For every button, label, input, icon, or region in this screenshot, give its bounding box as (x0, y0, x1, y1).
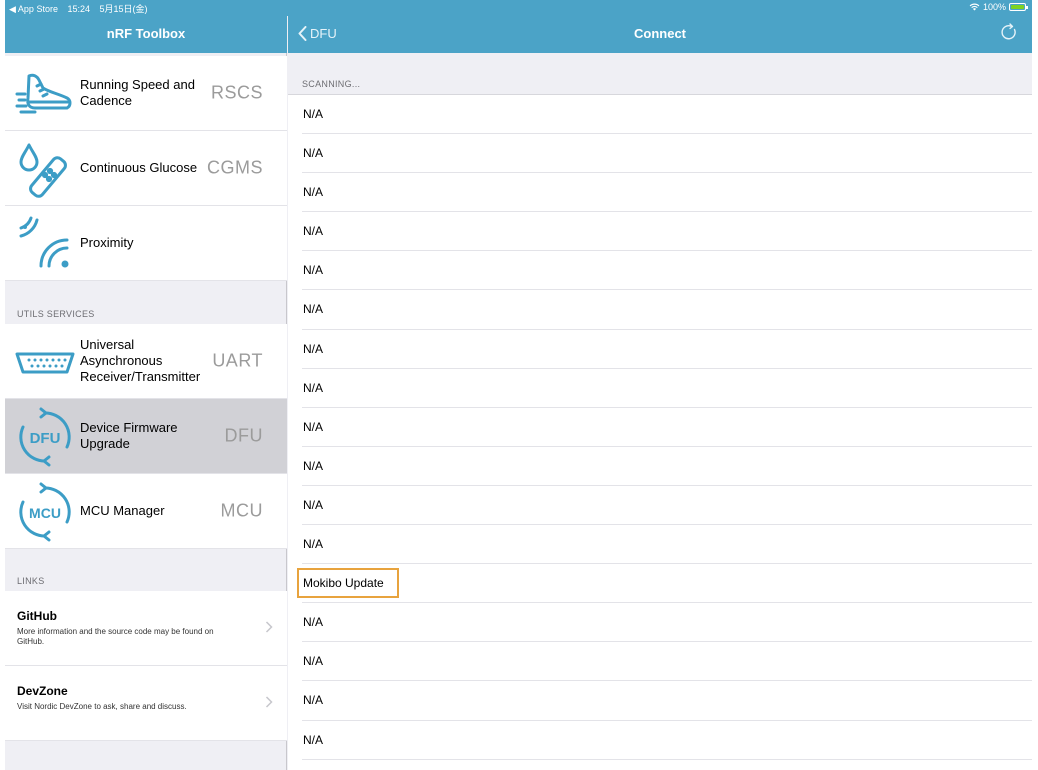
scanning-label: SCANNING... (302, 79, 361, 89)
utils-section-header: UTILS SERVICES (17, 309, 95, 319)
device-name: N/A (303, 497, 324, 512)
status-date: 5月15日(金) (99, 4, 148, 14)
dfu-icon: DFU (19, 407, 71, 467)
device-name: N/A (303, 458, 324, 473)
profile-abbr: CGMS (207, 157, 263, 178)
master-pane: nRF Toolbox Running Speed and Cadence RS… (5, 0, 287, 770)
device-name: N/A (303, 693, 324, 708)
device-row[interactable]: N/A (288, 603, 1032, 643)
utils-row-mcu[interactable]: MCU MCU Manager MCU (5, 474, 287, 549)
device-row[interactable]: N/A (288, 642, 1032, 682)
running-shoe-icon (15, 73, 72, 114)
status-time: 15:24 (67, 4, 90, 14)
glucose-patch-icon (19, 143, 67, 198)
status-bar: ◀ App Store 15:24 5月15日(金) 100% (5, 0, 1032, 16)
device-row[interactable]: N/A (288, 290, 1032, 330)
device-row[interactable]: N/A (288, 721, 1032, 760)
battery-percent: 100% (982, 2, 1006, 12)
utils-abbr: UART (212, 350, 263, 371)
device-name: N/A (303, 537, 324, 552)
utils-row-uart[interactable]: Universal Asynchronous Receiver/Transmit… (5, 324, 287, 399)
profile-row-proximity[interactable]: Proximity (5, 206, 287, 281)
device-row[interactable]: N/A (288, 681, 1032, 721)
profiles-section: Running Speed and Cadence RSCS Continuou… (5, 56, 287, 281)
device-row[interactable]: N/A (288, 408, 1032, 447)
profile-label: Proximity (80, 235, 134, 250)
refresh-icon[interactable] (1000, 23, 1018, 41)
device-row[interactable]: N/A (288, 134, 1032, 174)
link-row-github[interactable]: GitHub More information and the source c… (5, 591, 287, 666)
device-name: N/A (303, 107, 324, 121)
device-name: N/A (303, 732, 324, 747)
device-name: N/A (303, 185, 324, 200)
link-description: Visit Nordic DevZone to ask, share and d… (17, 702, 187, 711)
master-title: nRF Toolbox (106, 26, 186, 41)
links-section-header: LINKS (17, 576, 45, 586)
device-row[interactable]: N/A (288, 525, 1032, 565)
device-name: N/A (303, 263, 324, 278)
back-to-app-store[interactable]: ◀ App Store (9, 4, 58, 14)
device-row[interactable]: Mokibo Update (288, 564, 1032, 604)
scanning-header: SCANNING... (288, 53, 1032, 95)
device-name: N/A (303, 341, 324, 356)
link-title: DevZone (17, 684, 68, 698)
device-name: N/A (303, 380, 324, 395)
link-title: GitHub (17, 609, 57, 623)
device-list: N/A N/A N/A N/A N/A N/A N/A N/A N/A N/A N/A N/A Moki… (288, 95, 1032, 760)
dfu-icon-text: DFU (30, 430, 61, 447)
chevron-right-icon (265, 696, 273, 708)
utils-label: Universal Asynchronous Receiver/Transmit… (80, 337, 201, 384)
app-frame: ◀ App Store 15:24 5月15日(金) 100% nRF Tool… (5, 0, 1032, 770)
detail-nav-bar: DFU Connect (288, 16, 1032, 53)
utils-section: Universal Asynchronous Receiver/Transmit… (5, 324, 287, 549)
serial-port-icon (15, 352, 75, 374)
link-row-devzone[interactable]: DevZone Visit Nordic DevZone to ask, sha… (5, 666, 287, 741)
profile-label: Continuous Glucose (80, 160, 198, 175)
profile-label: Running Speed and Cadence (80, 77, 195, 108)
battery-icon (1009, 3, 1028, 11)
mcu-icon-text: MCU (29, 505, 61, 521)
profile-row-rscs[interactable]: Running Speed and Cadence RSCS (5, 56, 287, 131)
utils-abbr: DFU (224, 425, 263, 446)
device-row[interactable]: N/A (288, 486, 1032, 526)
device-row[interactable]: N/A (288, 212, 1032, 252)
utils-row-dfu[interactable]: DFU Device Firmware Upgrade DFU (5, 399, 287, 474)
utils-label: MCU Manager (80, 503, 165, 518)
device-name: Mokibo Update (303, 576, 384, 591)
device-row[interactable]: N/A (288, 447, 1032, 487)
profile-row-cgms[interactable]: Continuous Glucose CGMS (5, 131, 287, 206)
link-description: More information and the source code may… (17, 627, 214, 646)
device-name: N/A (303, 419, 324, 434)
device-row[interactable]: N/A (288, 330, 1032, 369)
device-row[interactable]: N/A (288, 95, 1032, 135)
mcu-icon: MCU (19, 482, 71, 542)
device-row[interactable]: N/A (288, 251, 1032, 291)
device-name: N/A (303, 146, 324, 161)
links-section: GitHub More information and the source c… (5, 591, 287, 741)
utils-label: Device Firmware Upgrade (80, 420, 178, 451)
chevron-right-icon (265, 621, 273, 633)
detail-pane: DFU Connect SCANNING... N/A N/A N/A N/A N/A N… (288, 0, 1032, 770)
device-name: N/A (303, 615, 324, 630)
device-name: N/A (303, 302, 324, 317)
utils-abbr: MCU (220, 500, 263, 521)
device-row[interactable]: N/A (288, 173, 1032, 213)
device-name: N/A (303, 224, 324, 239)
wifi-icon (969, 3, 980, 11)
master-nav-bar: nRF Toolbox (5, 16, 287, 53)
profile-abbr: RSCS (210, 82, 263, 103)
device-row[interactable]: N/A (288, 369, 1032, 408)
detail-title: Connect (634, 26, 686, 41)
device-name: N/A (303, 654, 324, 669)
proximity-signal-icon (19, 216, 69, 268)
